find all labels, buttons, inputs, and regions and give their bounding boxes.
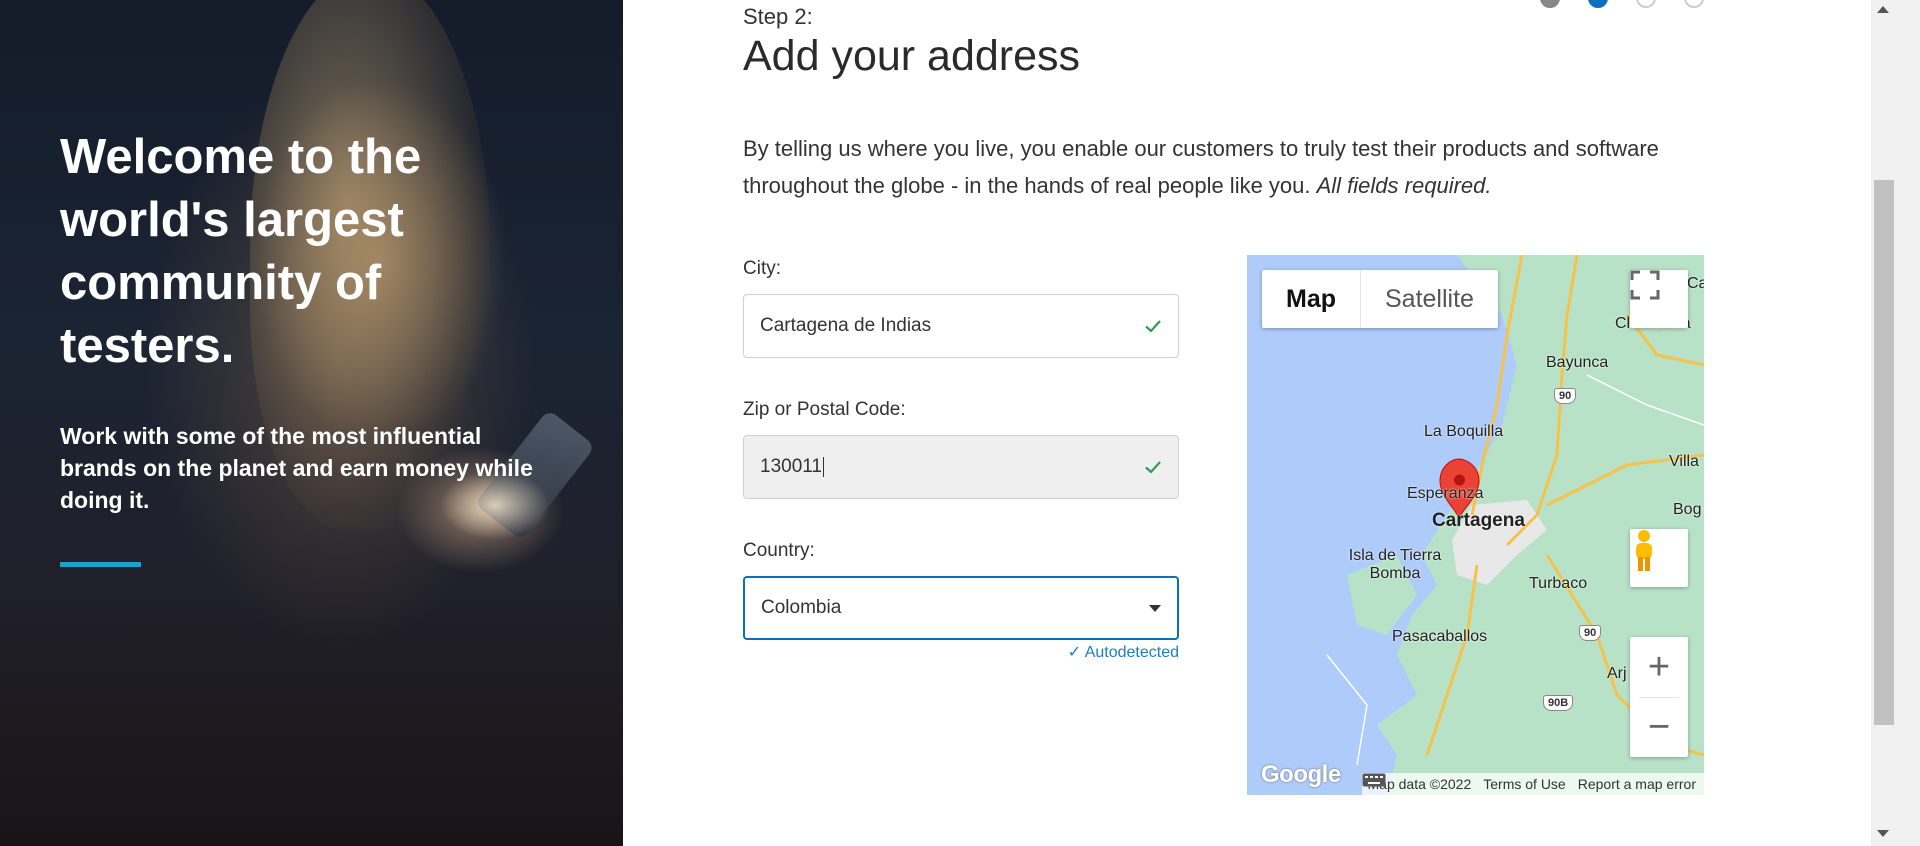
zoom-in-button[interactable]: + — [1630, 638, 1688, 697]
zip-value-wrap: 130011 — [760, 456, 1144, 478]
zoom-control: + − — [1630, 637, 1688, 757]
step-label: Step 2: — [743, 4, 813, 29]
scroll-up-arrow-icon[interactable] — [1877, 6, 1889, 13]
intro-required: All fields required. — [1316, 173, 1492, 198]
step-dot-1 — [1540, 0, 1560, 8]
route-shield: 90 — [1554, 388, 1577, 404]
zip-value: 130011 — [760, 456, 822, 477]
map-label: Bog — [1673, 501, 1702, 518]
page-title: Add your address — [743, 32, 1081, 80]
terms-link[interactable]: Terms of Use — [1483, 776, 1565, 792]
map-label: Cartagena — [1432, 510, 1525, 531]
map-type-satellite-button[interactable]: Satellite — [1361, 270, 1498, 328]
step-dot-3 — [1636, 0, 1656, 8]
route-shield: 90B — [1543, 695, 1574, 711]
map-type-control: Map Satellite — [1262, 270, 1498, 328]
country-label: Country: — [743, 540, 815, 561]
hero-panel: Welcome to the world's largest community… — [0, 0, 623, 846]
scroll-down-arrow-icon[interactable] — [1877, 830, 1889, 837]
map-label: Villa — [1669, 453, 1699, 470]
route-shield: 90 — [1579, 625, 1602, 641]
map-label: Bayunca — [1546, 354, 1609, 371]
scrollbar-thumb[interactable] — [1874, 180, 1894, 725]
check-icon — [1145, 320, 1161, 333]
text-cursor — [823, 456, 824, 477]
google-logo: Google — [1261, 761, 1341, 788]
map-label: Pasacaballos — [1392, 628, 1488, 645]
street-view-button[interactable] — [1630, 529, 1688, 587]
zip-field[interactable]: 130011 — [743, 435, 1179, 499]
intro-text: By telling us where you live, you enable… — [743, 130, 1703, 204]
pegman-icon — [1636, 530, 1652, 571]
keyboard-icon[interactable] — [1362, 773, 1386, 787]
country-select[interactable]: Colombia — [743, 576, 1179, 640]
hero-subtitle: Work with some of the most influential b… — [60, 423, 533, 513]
map-attribution: Map data ©2022 Terms of Use Report a map… — [1361, 773, 1704, 795]
hero-title: Welcome to the world's largest community… — [60, 130, 422, 373]
fullscreen-icon — [1630, 270, 1660, 300]
country-value: Colombia — [761, 597, 842, 618]
zoom-out-button[interactable]: − — [1630, 698, 1688, 757]
report-map-error-link[interactable]: Report a map error — [1578, 776, 1696, 792]
map-type-map-button[interactable]: Map — [1262, 270, 1360, 328]
map-label: Ca — [1687, 275, 1704, 292]
map-label: Turbaco — [1529, 575, 1588, 592]
city-label: City: — [743, 258, 781, 279]
zip-label: Zip or Postal Code: — [743, 399, 906, 420]
step-dot-2 — [1588, 0, 1608, 8]
map-label: Esperanza — [1407, 485, 1484, 502]
step-progress — [1540, 0, 1704, 8]
map-label: La Boquilla — [1424, 423, 1504, 440]
check-icon — [1145, 461, 1161, 474]
autodetected-note: ✓ Autodetected — [1067, 644, 1179, 661]
city-field[interactable]: Cartagena de Indias — [743, 294, 1179, 358]
intro-body: By telling us where you live, you enable… — [743, 136, 1659, 198]
city-value: Cartagena de Indias — [760, 315, 932, 336]
chevron-down-icon — [1149, 604, 1161, 612]
step-dot-4 — [1684, 0, 1704, 8]
fullscreen-button[interactable] — [1630, 270, 1688, 328]
hero-divider — [60, 562, 141, 567]
location-map[interactable]: La Boquilla Bayunca Esperanza Cartagena … — [1247, 255, 1704, 795]
map-label: Isla de Tierra Bomba — [1348, 547, 1442, 582]
map-label: Arj — [1607, 665, 1627, 682]
